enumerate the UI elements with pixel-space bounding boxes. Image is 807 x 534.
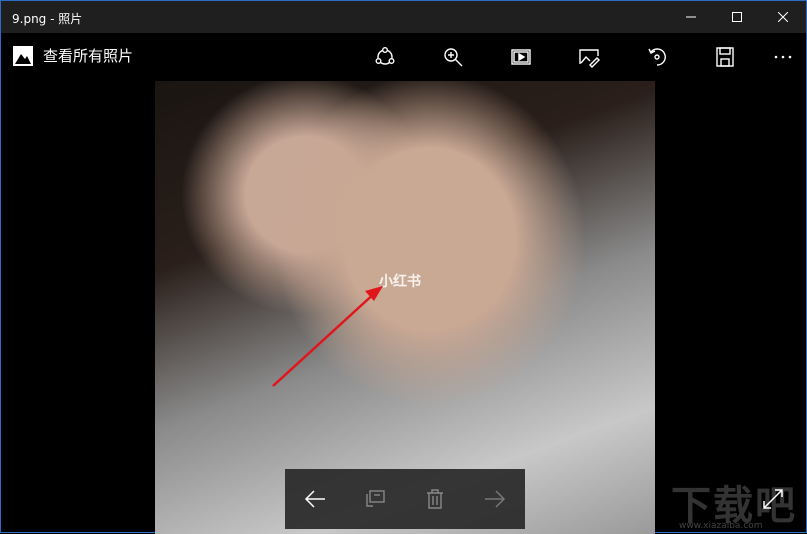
save-button[interactable]: [710, 43, 740, 71]
slideshow-icon: [511, 49, 531, 65]
red-arrow-annotation: [272, 286, 383, 387]
command-bar: 查看所有照片: [1, 33, 806, 81]
rotate-button[interactable]: [642, 43, 672, 71]
edit-image-icon: [579, 49, 600, 68]
fullscreen-button[interactable]: [761, 487, 785, 511]
more-icon: [774, 55, 792, 59]
zoom-button[interactable]: [438, 43, 468, 71]
edit-button[interactable]: [574, 43, 604, 71]
next-button[interactable]: [480, 484, 510, 514]
share-icon: [375, 47, 395, 65]
set-as-button[interactable]: [360, 484, 390, 514]
zoom-in-icon: [444, 48, 463, 67]
photo-view[interactable]: 小红书: [155, 81, 655, 534]
delete-button[interactable]: [420, 484, 450, 514]
save-icon: [716, 47, 734, 67]
slideshow-button[interactable]: [506, 43, 536, 71]
previous-button[interactable]: [300, 484, 330, 514]
photo-icon: [13, 45, 33, 66]
window-title: 9.png - 照片: [12, 12, 83, 26]
arrow-left-icon: [304, 490, 325, 508]
maximize-button[interactable]: [714, 1, 760, 33]
title-bar: 9.png - 照片: [1, 1, 806, 33]
view-all-label: 查看所有照片: [43, 47, 134, 65]
close-button[interactable]: [760, 1, 806, 33]
navigation-bar: [285, 469, 525, 529]
rotate-icon: [648, 48, 666, 66]
minimize-button[interactable]: [668, 1, 714, 33]
arrow-right-icon: [485, 490, 506, 508]
expand-icon: [763, 489, 783, 509]
view-all-photos-button[interactable]: 查看所有照片: [13, 45, 133, 66]
more-button[interactable]: [768, 43, 798, 71]
share-button[interactable]: [370, 43, 400, 71]
set-as-icon: [366, 490, 385, 507]
trash-icon: [427, 489, 443, 509]
